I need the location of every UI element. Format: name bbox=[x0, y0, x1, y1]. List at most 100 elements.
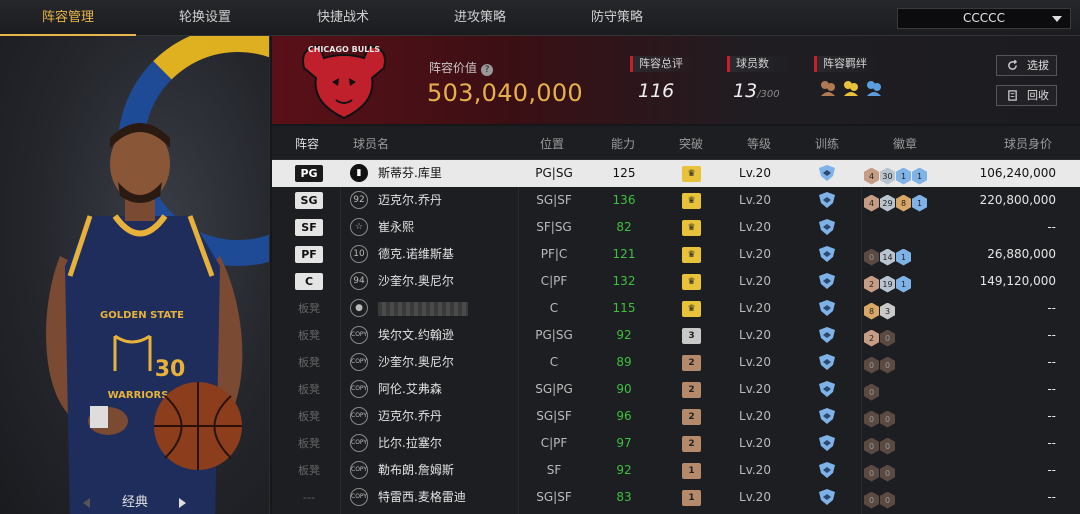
player-name[interactable] bbox=[378, 295, 468, 322]
lineup-rating-label: 阵容总评 bbox=[630, 56, 694, 72]
bond-bronze-icon[interactable] bbox=[818, 78, 838, 98]
badge-hex: 0 bbox=[880, 491, 895, 509]
arrow-right-icon[interactable] bbox=[179, 498, 186, 508]
training[interactable] bbox=[817, 457, 837, 484]
table-row[interactable]: 板凳 ● C 115 ♛ Lv.20 8 3 -- bbox=[272, 295, 1080, 322]
jersey-team-text: GOLDEN STATE bbox=[100, 310, 184, 321]
tab-quick-tactics[interactable]: 快捷战术 bbox=[274, 0, 412, 36]
player-name[interactable]: 迈克尔.乔丹 bbox=[378, 187, 442, 214]
player-price: -- bbox=[1047, 355, 1056, 369]
card-style-label: 经典 bbox=[121, 495, 148, 510]
training[interactable] bbox=[817, 187, 837, 214]
table-row[interactable]: SG 92 迈克尔.乔丹 SG|SF 136 ♛ Lv.20 4 29 8 1 220,800,000 bbox=[272, 187, 1080, 214]
player-name[interactable]: 沙奎尔.奥尼尔 bbox=[378, 268, 454, 295]
table-row[interactable]: SF ☆ 崔永熙 SF|SG 82 ♛ Lv.20 -- bbox=[272, 214, 1080, 241]
training[interactable] bbox=[817, 403, 837, 430]
training[interactable] bbox=[817, 484, 837, 511]
player-price: -- bbox=[1047, 436, 1056, 450]
recycle-button[interactable]: 回收 bbox=[996, 85, 1057, 106]
training-shield-icon bbox=[819, 381, 835, 397]
player-position: C|PF bbox=[540, 274, 568, 288]
table-row[interactable]: 板凳 COPY 阿伦.艾弗森 SG|PG 90 2 Lv.20 0 -- bbox=[272, 376, 1080, 403]
player-number-icon: ● bbox=[350, 295, 372, 322]
lineup-slot: SG bbox=[294, 187, 324, 214]
player-level: Lv.20 bbox=[739, 436, 771, 450]
table-row[interactable]: PF 10 德克.诺维斯基 PF|C 121 ♛ Lv.20 0 14 1 26,880,000 bbox=[272, 241, 1080, 268]
slot-label: PF bbox=[295, 246, 323, 263]
number-disc: COPY bbox=[350, 353, 368, 371]
bulls-logo-text: CHICAGO BULLS bbox=[308, 45, 381, 54]
roster-table: 阵容 球员名 位置 能力 突破 等级 训练 徽章 球员身价 PG ▮ 斯蒂芬.库里 P… bbox=[272, 126, 1080, 514]
player-name[interactable]: 崔永熙 bbox=[378, 214, 414, 241]
table-row[interactable]: --- COPY 特雷西.麦格雷迪 SG|SF 83 1 Lv.20 0 0 -- bbox=[272, 484, 1080, 511]
player-name[interactable]: 特雷西.麦格雷迪 bbox=[378, 484, 466, 511]
badge-hex: 30 bbox=[880, 167, 895, 185]
crown-icon: ♛ bbox=[682, 274, 701, 290]
player-name[interactable]: 勒布朗.詹姆斯 bbox=[378, 457, 454, 484]
badge-hex: 1 bbox=[896, 167, 911, 185]
table-row[interactable]: 板凳 COPY 沙奎尔.奥尼尔 C 89 2 Lv.20 0 0 -- bbox=[272, 349, 1080, 376]
player-name[interactable]: 迈克尔.乔丹 bbox=[378, 403, 442, 430]
bond-blue-icon[interactable] bbox=[864, 78, 884, 98]
lineup-rating-stat: 阵容总评 116 bbox=[630, 56, 694, 102]
table-row[interactable]: 板凳 COPY 比尔.拉塞尔 C|PF 97 2 Lv.20 0 0 -- bbox=[272, 430, 1080, 457]
training[interactable] bbox=[817, 241, 837, 268]
badge-hex: 0 bbox=[880, 464, 895, 482]
badge-hex: 0 bbox=[880, 437, 895, 455]
table-row[interactable]: C 94 沙奎尔.奥尼尔 C|PF 132 ♛ Lv.20 2 19 1 149,120,000 bbox=[272, 268, 1080, 295]
badge-hex: 0 bbox=[880, 329, 895, 347]
breakthrough-level-icon: 2 bbox=[682, 355, 701, 371]
table-row[interactable]: PG ▮ 斯蒂芬.库里 PG|SG 125 ♛ Lv.20 4 30 1 1 106,240,000 bbox=[272, 160, 1080, 187]
team-select-dropdown[interactable]: CCCCC bbox=[897, 8, 1071, 29]
player-name[interactable]: 德克.诺维斯基 bbox=[378, 241, 454, 268]
slot-label: 板凳 bbox=[298, 383, 320, 396]
badge-hex: 8 bbox=[896, 194, 911, 212]
tab-defense-strategy[interactable]: 防守策略 bbox=[548, 0, 686, 36]
slot-label: 板凳 bbox=[298, 410, 320, 423]
number-disc: COPY bbox=[350, 380, 368, 398]
training[interactable] bbox=[817, 295, 837, 322]
number-disc: 10 bbox=[350, 245, 368, 263]
bond-gold-icon[interactable] bbox=[841, 78, 861, 98]
arrow-left-icon[interactable] bbox=[83, 498, 90, 508]
player-name[interactable]: 沙奎尔.奥尼尔 bbox=[378, 349, 454, 376]
training[interactable] bbox=[817, 349, 837, 376]
slot-label: 板凳 bbox=[298, 302, 320, 315]
player-name[interactable]: 比尔.拉塞尔 bbox=[378, 430, 442, 457]
training[interactable] bbox=[817, 376, 837, 403]
player-level: Lv.20 bbox=[739, 355, 771, 369]
crown-icon: ♛ bbox=[682, 220, 701, 236]
col-header-position: 位置 bbox=[540, 137, 565, 151]
table-row[interactable]: 板凳 COPY 迈克尔.乔丹 SG|SF 96 2 Lv.20 0 0 -- bbox=[272, 403, 1080, 430]
training[interactable] bbox=[817, 268, 837, 295]
col-header-slot: 阵容 bbox=[295, 137, 320, 151]
player-level: Lv.20 bbox=[739, 409, 771, 423]
select-players-button[interactable]: 选拔 bbox=[996, 55, 1057, 76]
breakthrough: ♛ bbox=[682, 268, 702, 295]
help-icon[interactable]: ? bbox=[481, 64, 494, 76]
training[interactable] bbox=[817, 160, 837, 187]
player-ability: 96 bbox=[616, 409, 632, 423]
lineup-value: 503,040,000 bbox=[427, 79, 583, 107]
training-shield-icon bbox=[819, 300, 835, 316]
tab-rotation-settings[interactable]: 轮换设置 bbox=[136, 0, 274, 36]
player-name[interactable]: 斯蒂芬.库里 bbox=[378, 160, 442, 187]
training-shield-icon bbox=[819, 246, 835, 262]
player-name[interactable]: 埃尔文.约翰逊 bbox=[378, 322, 454, 349]
training[interactable] bbox=[817, 214, 837, 241]
slot-label: SF bbox=[295, 219, 323, 236]
number-disc: ☆ bbox=[350, 218, 368, 236]
training[interactable] bbox=[817, 322, 837, 349]
tab-offense-strategy[interactable]: 进攻策略 bbox=[412, 0, 548, 36]
training[interactable] bbox=[817, 430, 837, 457]
player-number-icon: COPY bbox=[350, 376, 372, 403]
table-row[interactable]: 板凳 COPY 埃尔文.约翰逊 PG|SG 92 3 Lv.20 2 0 -- bbox=[272, 322, 1080, 349]
lineup-slot: 板凳 bbox=[294, 403, 324, 430]
player-price: 26,880,000 bbox=[987, 247, 1056, 261]
lineup-slot: C bbox=[294, 268, 324, 295]
breakthrough: 3 bbox=[682, 322, 702, 349]
tab-lineup-management[interactable]: 阵容管理 bbox=[0, 0, 136, 36]
player-name[interactable]: 阿伦.艾弗森 bbox=[378, 376, 442, 403]
table-row[interactable]: 板凳 COPY 勒布朗.詹姆斯 SF 92 1 Lv.20 0 0 -- bbox=[272, 457, 1080, 484]
col-header-price: 球员身价 bbox=[1004, 137, 1053, 151]
